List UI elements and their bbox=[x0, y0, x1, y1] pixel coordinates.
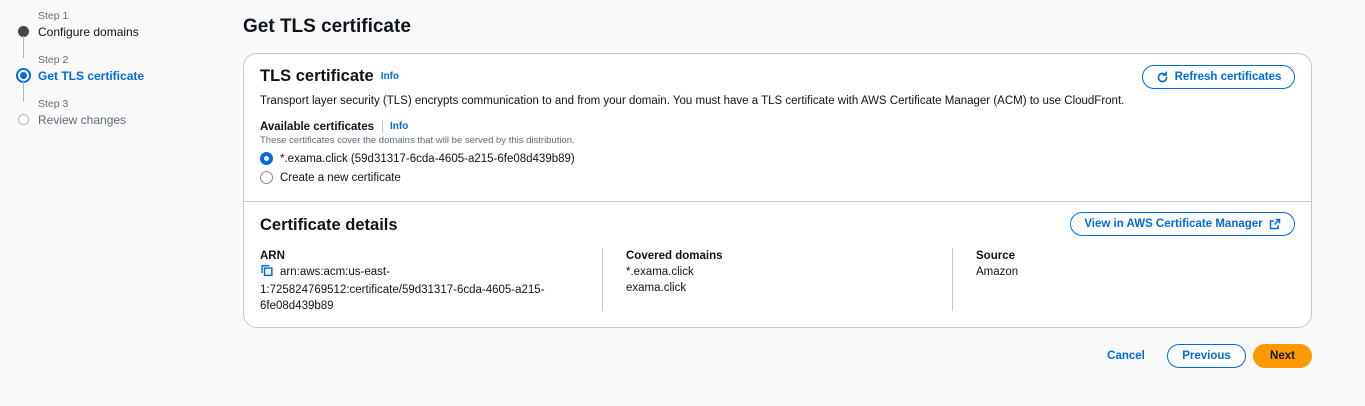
tls-heading: TLS certificate bbox=[260, 67, 374, 85]
source-label: Source bbox=[976, 250, 1015, 262]
tls-certificate-container: TLS certificate Info Refresh certificates… bbox=[243, 53, 1312, 328]
tls-info-link[interactable]: Info bbox=[381, 71, 399, 82]
covered-domain-item: exama.click bbox=[626, 282, 687, 294]
covered-domains-column: Covered domains *.exama.click exama.clic… bbox=[626, 248, 723, 311]
arn-column: ARN arn:aws:acm:us-east- 1:725824769512:… bbox=[260, 248, 590, 314]
wizard-steps: Step 1 Configure domains Step 2 Get TLS … bbox=[16, 10, 216, 142]
source-column: Source Amazon bbox=[976, 248, 1018, 311]
view-acm-button-label: View in AWS Certificate Manager bbox=[1084, 218, 1263, 230]
page-title: Get TLS certificate bbox=[243, 16, 411, 37]
radio-option-create-new[interactable]: Create a new certificate bbox=[260, 171, 401, 184]
covered-domain-item: *.exama.click bbox=[626, 266, 694, 278]
step-title[interactable]: Get TLS certificate bbox=[38, 67, 216, 85]
certificate-details-section: Certificate details View in AWS Certific… bbox=[244, 202, 1311, 328]
arn-line-1: arn:aws:acm:us-east- bbox=[280, 266, 390, 278]
available-label-text: Available certificates bbox=[260, 120, 374, 133]
details-heading: Certificate details bbox=[260, 216, 398, 234]
radio-option-label: *.exama.click (59d31317-6cda-4605-a215-6… bbox=[280, 152, 575, 165]
next-button[interactable]: Next bbox=[1253, 344, 1312, 368]
column-divider bbox=[602, 248, 603, 311]
copy-icon[interactable] bbox=[260, 264, 274, 282]
available-certificates-description: These certificates cover the domains tha… bbox=[260, 135, 575, 146]
radio-option-label: Create a new certificate bbox=[280, 171, 401, 184]
refresh-icon bbox=[1157, 70, 1167, 82]
step-title: Review changes bbox=[38, 113, 127, 127]
covered-domains-label: Covered domains bbox=[626, 250, 723, 262]
step-number: Step 2 bbox=[38, 54, 69, 66]
available-info-link[interactable]: Info bbox=[390, 121, 408, 132]
radio-unchecked-icon[interactable] bbox=[260, 171, 273, 184]
available-certificates-label: Available certificates Info bbox=[260, 120, 408, 133]
arn-line-3: 6fe08d439b89 bbox=[260, 300, 334, 312]
tls-heading-wrap: TLS certificate Info bbox=[260, 67, 399, 86]
label-divider bbox=[382, 120, 383, 133]
external-link-icon bbox=[1269, 218, 1280, 230]
column-divider bbox=[952, 248, 953, 311]
step-number: Step 3 bbox=[38, 98, 69, 110]
arn-value: arn:aws:acm:us-east- 1:725824769512:cert… bbox=[260, 264, 590, 314]
tls-certificate-section: TLS certificate Info Refresh certificates… bbox=[244, 54, 1311, 202]
step-number: Step 1 bbox=[38, 10, 69, 22]
source-value: Amazon bbox=[976, 266, 1019, 278]
cancel-button[interactable]: Cancel bbox=[1098, 344, 1154, 368]
refresh-certificates-button[interactable]: Refresh certificates bbox=[1142, 65, 1295, 89]
radio-option-exama-click[interactable]: *.exama.click (59d31317-6cda-4605-a215-6… bbox=[260, 152, 575, 165]
tls-description: Transport layer security (TLS) encrypts … bbox=[260, 95, 1125, 107]
arn-line-2: 1:725824769512:certificate/59d31317-6cda… bbox=[260, 284, 545, 296]
step-title[interactable]: Configure domains bbox=[38, 23, 216, 41]
radio-checked-icon[interactable] bbox=[260, 152, 273, 165]
step-review-changes: Step 3 Review changes bbox=[16, 98, 216, 142]
refresh-button-label: Refresh certificates bbox=[1174, 71, 1282, 83]
step-pending-icon bbox=[18, 114, 29, 125]
view-in-acm-button[interactable]: View in AWS Certificate Manager bbox=[1070, 212, 1295, 236]
previous-button[interactable]: Previous bbox=[1167, 344, 1246, 368]
arn-label: ARN bbox=[260, 250, 285, 262]
step-configure-domains[interactable]: Step 1 Configure domains bbox=[16, 10, 216, 58]
step-get-tls-certificate[interactable]: Step 2 Get TLS certificate bbox=[16, 54, 216, 102]
